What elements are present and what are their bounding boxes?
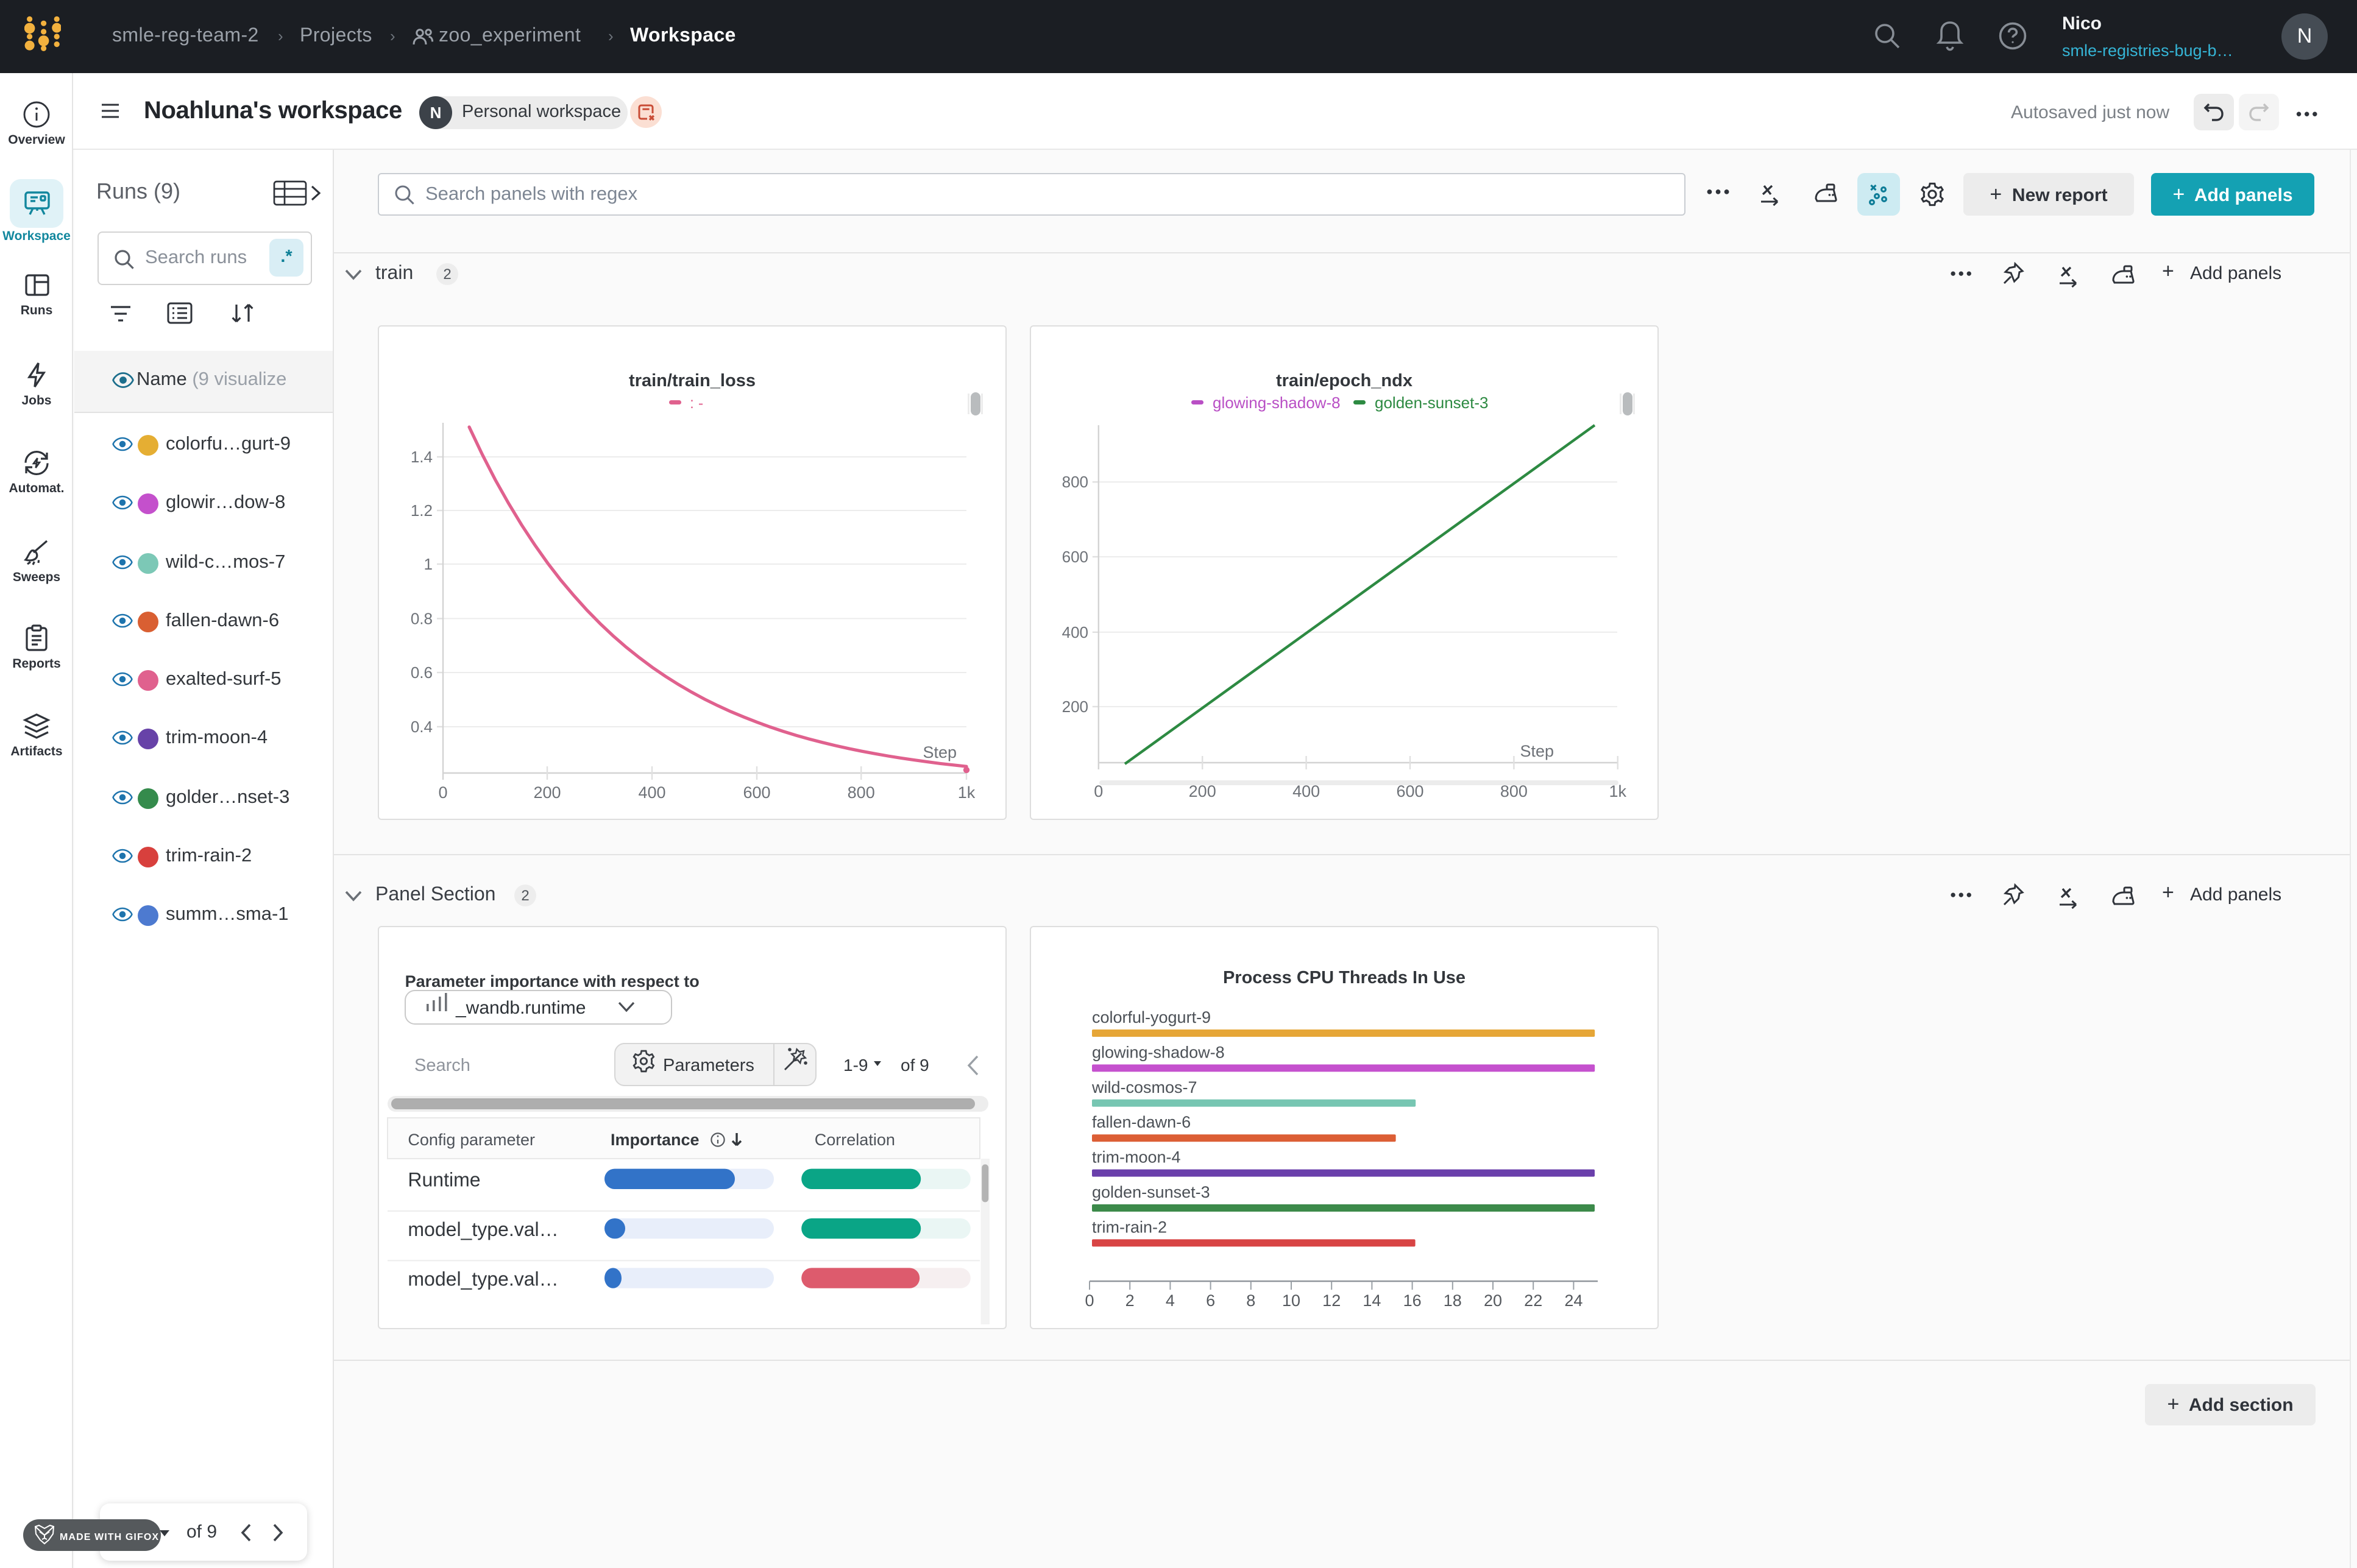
svg-text:4: 4	[1166, 1291, 1175, 1310]
svg-text:400: 400	[1062, 623, 1088, 641]
svg-text:Config parameter: Config parameter	[408, 1131, 535, 1149]
svg-text:Parameters: Parameters	[663, 1056, 754, 1075]
svg-text:Search: Search	[414, 1056, 470, 1075]
svg-text:of 9: of 9	[901, 1056, 929, 1075]
svg-text:glowing-shadow-8: glowing-shadow-8	[1213, 394, 1341, 412]
svg-text:0.4: 0.4	[411, 718, 433, 736]
svg-text:model_type.val…: model_type.val…	[408, 1218, 558, 1240]
svg-text:Step: Step	[923, 743, 957, 761]
svg-text:Correlation: Correlation	[815, 1131, 895, 1149]
svg-text:200: 200	[533, 783, 561, 802]
svg-text:14: 14	[1363, 1291, 1381, 1310]
svg-text:12: 12	[1322, 1291, 1341, 1310]
svg-text:golden-sunset-3: golden-sunset-3	[1375, 394, 1488, 412]
svg-text:0: 0	[1085, 1291, 1094, 1310]
svg-text:glowing-shadow-8: glowing-shadow-8	[1092, 1043, 1225, 1061]
svg-text:400: 400	[638, 783, 665, 802]
svg-text:8: 8	[1246, 1291, 1255, 1310]
svg-text:1-9: 1-9	[843, 1056, 868, 1075]
svg-text:1k: 1k	[958, 783, 976, 802]
svg-text:0.8: 0.8	[411, 609, 433, 627]
svg-text:model_type.val…: model_type.val…	[408, 1268, 558, 1290]
svg-text:1.2: 1.2	[411, 501, 433, 520]
svg-text:1.4: 1.4	[411, 448, 433, 466]
svg-text:16: 16	[1403, 1291, 1422, 1310]
svg-text:22: 22	[1524, 1291, 1542, 1310]
svg-text:golden-sunset-3: golden-sunset-3	[1092, 1183, 1210, 1201]
svg-text:10: 10	[1282, 1291, 1300, 1310]
svg-text:: -: : -	[690, 395, 703, 412]
svg-text:200: 200	[1062, 697, 1088, 716]
svg-text:_wandb.runtime: _wandb.runtime	[455, 998, 586, 1018]
svg-text:trim-moon-4: trim-moon-4	[1092, 1148, 1181, 1167]
svg-text:wild-cosmos-7: wild-cosmos-7	[1091, 1078, 1197, 1097]
svg-text:train/epoch_ndx: train/epoch_ndx	[1276, 371, 1412, 390]
svg-text:0: 0	[438, 783, 447, 802]
svg-text:0.6: 0.6	[411, 663, 433, 682]
svg-text:600: 600	[1062, 548, 1088, 566]
svg-text:Process CPU Threads In Use: Process CPU Threads In Use	[1223, 968, 1466, 987]
svg-text:Runtime: Runtime	[408, 1169, 480, 1191]
svg-text:600: 600	[743, 783, 770, 802]
svg-text:colorful-yogurt-9: colorful-yogurt-9	[1092, 1008, 1211, 1026]
svg-text:train/train_loss: train/train_loss	[629, 371, 756, 390]
svg-text:18: 18	[1444, 1291, 1462, 1310]
svg-text:1: 1	[424, 555, 433, 573]
svg-text:2: 2	[1125, 1291, 1135, 1310]
svg-text:Parameter importance with resp: Parameter importance with respect to	[405, 972, 700, 991]
svg-text:20: 20	[1484, 1291, 1502, 1310]
svg-text:6: 6	[1206, 1291, 1215, 1310]
svg-text:trim-rain-2: trim-rain-2	[1092, 1218, 1167, 1236]
svg-text:800: 800	[848, 783, 875, 802]
svg-text:24: 24	[1564, 1291, 1583, 1310]
svg-text:Importance: Importance	[611, 1131, 700, 1149]
svg-text:Step: Step	[1520, 742, 1554, 760]
svg-text:800: 800	[1062, 473, 1088, 491]
svg-text:fallen-dawn-6: fallen-dawn-6	[1092, 1113, 1191, 1131]
